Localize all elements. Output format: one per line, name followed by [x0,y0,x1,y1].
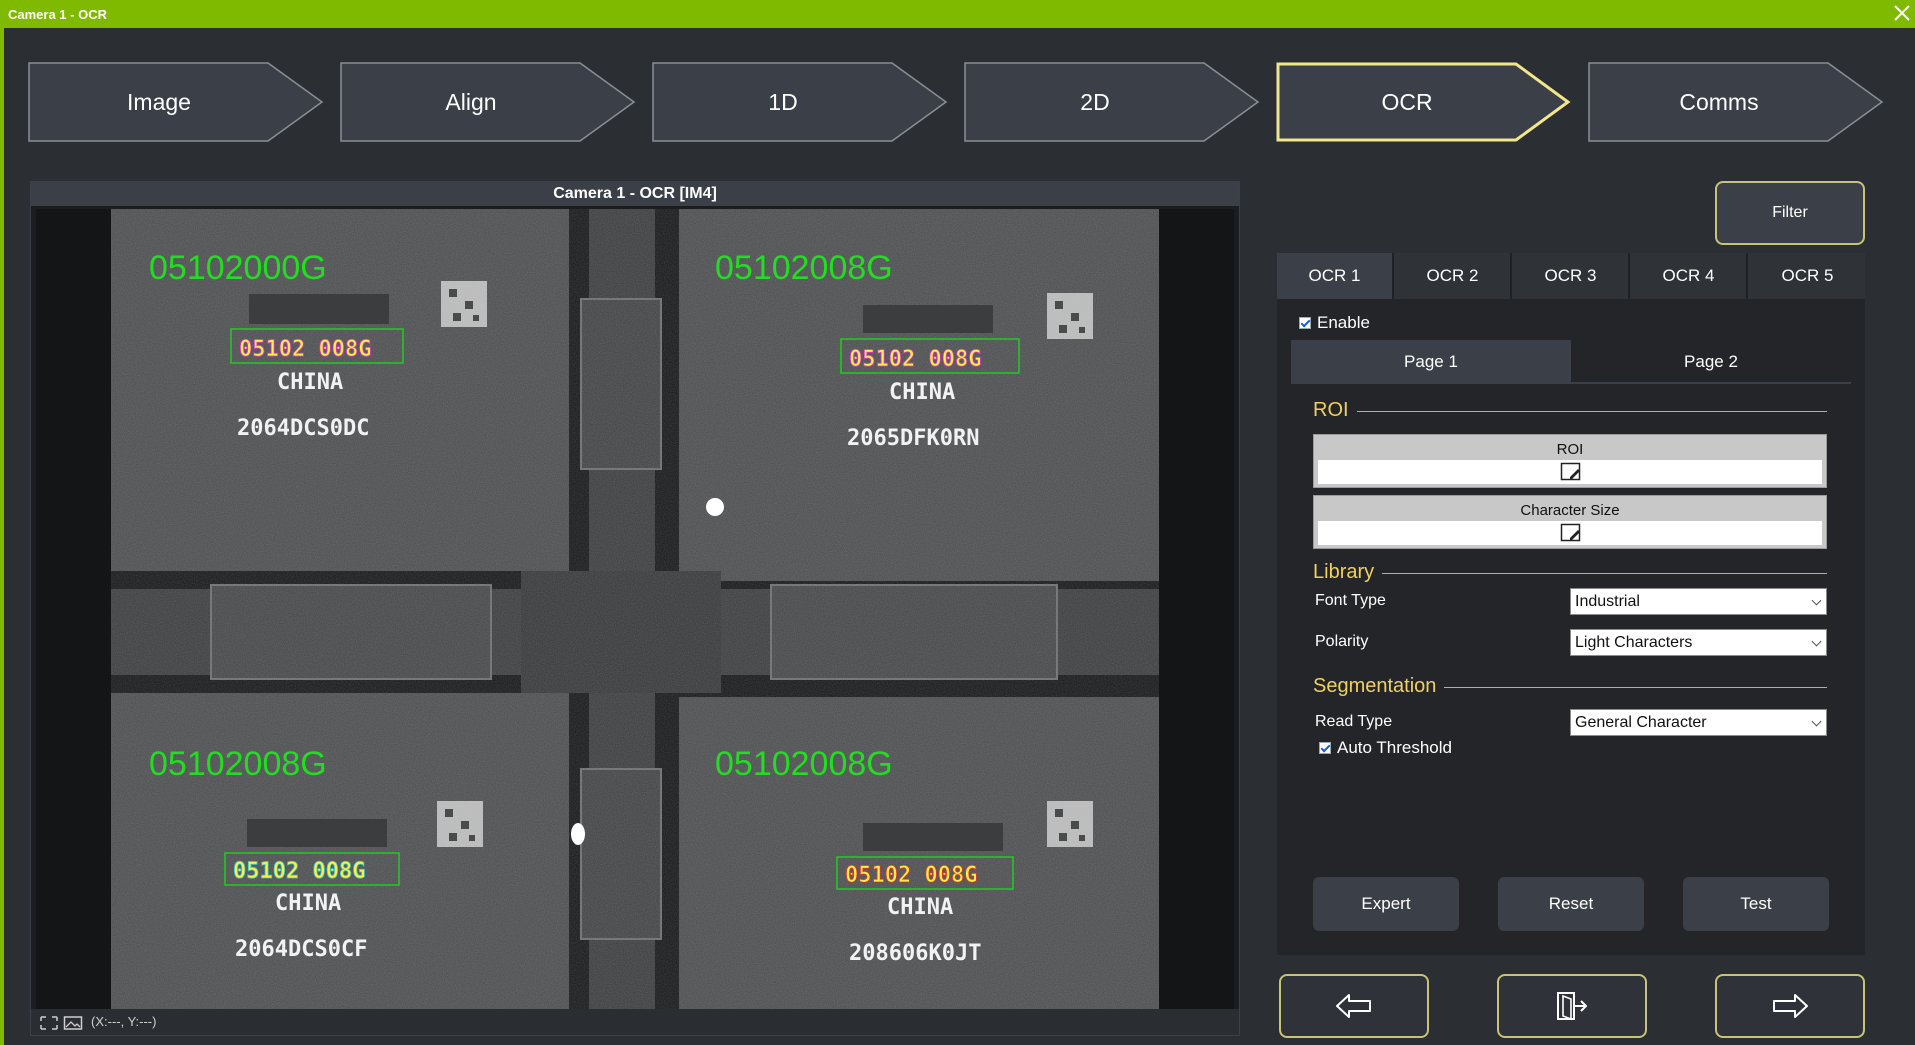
step-label: 1D [768,89,798,115]
step-1d[interactable]: 1D [652,62,948,142]
tab-ocr-4[interactable]: OCR 4 [1631,253,1748,299]
image-icon[interactable] [63,1015,83,1031]
filter-button[interactable]: Filter [1715,181,1865,245]
fit-view-icon[interactable] [39,1015,59,1031]
read-type-select[interactable]: General Character [1570,709,1827,736]
step-label: Align [445,89,497,115]
step-label: 2D [1080,89,1110,115]
read-type-value: General Character [1575,714,1707,731]
exit-button[interactable] [1497,974,1647,1038]
chip-lot: 2065DFK0RN [847,426,979,451]
step-comms[interactable]: Comms [1588,62,1884,142]
roi-editor[interactable]: ROI [1313,434,1827,488]
tab-ocr-3[interactable]: OCR 3 [1513,253,1630,299]
expert-button[interactable]: Expert [1313,877,1459,931]
library-section-title: Library [1313,561,1383,584]
chip-country: CHINA [277,370,343,395]
next-button[interactable] [1715,974,1865,1038]
enable-checkbox[interactable] [1299,317,1311,329]
exit-door-icon [1557,992,1587,1021]
read-type-label: Read Type [1315,713,1393,730]
chip-id-text: 05102000G [149,249,327,287]
tab-page-1[interactable]: Page 1 [1291,340,1571,384]
chip-country: CHINA [889,380,955,405]
ocr-settings-panel: OCR 1 OCR 2 OCR 3 OCR 4 OCR 5 Enable Pag… [1277,253,1865,955]
tab-ocr-1[interactable]: OCR 1 [1277,253,1394,299]
enable-row: Enable [1299,313,1370,333]
step-label: OCR [1381,89,1433,115]
chip-country: CHINA [887,895,953,920]
back-button[interactable] [1279,974,1429,1038]
polarity-label: Polarity [1315,633,1369,650]
chip-id-text: 05102008G [715,745,893,783]
enable-label: Enable [1317,313,1370,332]
auto-threshold-row: Auto Threshold [1319,738,1452,758]
title-bar: Camera 1 - OCR [0,0,1915,28]
camera-view[interactable]: 05102000G 05102 008G CHINA 2064DCS0DC 05… [36,209,1234,1009]
chip-id-text: 05102008G [149,745,327,783]
camera-header: Camera 1 - OCR [IM4] [31,182,1239,206]
wizard-steps: Image Align 1D 2D OCR Comms [28,62,1888,142]
edit-character-size-icon[interactable] [1560,523,1582,543]
character-size-label: Character Size [1520,502,1620,519]
arrow-right-icon [1773,994,1808,1018]
chip-lot: 208606K0JT [849,941,981,966]
segmentation-section-header: Segmentation [1313,675,1827,699]
step-label: Comms [1679,89,1759,115]
camera-image[interactable]: 05102000G 05102 008G CHINA 2064DCS0DC 05… [111,209,1159,1009]
window-frame [0,28,4,1045]
test-button[interactable]: Test [1683,877,1829,931]
chip-marking: 05102 008G [233,859,365,884]
reset-button[interactable]: Reset [1498,877,1644,931]
roi-section-title: ROI [1313,399,1357,422]
step-align[interactable]: Align [340,62,636,142]
polarity-value: Light Characters [1575,634,1693,651]
library-section-header: Library [1313,561,1827,585]
chip-lot: 2064DCS0DC [237,416,369,441]
chevron-down-icon [1811,716,1822,727]
auto-threshold-checkbox[interactable] [1319,742,1331,754]
font-type-value: Industrial [1575,593,1640,610]
tab-ocr-5[interactable]: OCR 5 [1749,253,1866,299]
chip-country: CHINA [275,891,341,916]
step-label: Image [127,89,191,115]
segmentation-section-title: Segmentation [1313,675,1445,698]
chip-marking: 05102 008G [845,863,977,888]
chip-marking: 05102 008G [849,347,981,372]
window-title: Camera 1 - OCR [8,7,107,22]
chip-marking: 05102 008G [239,337,371,362]
tab-page-2[interactable]: Page 2 [1571,340,1851,384]
font-type-label: Font Type [1315,592,1386,609]
chip-lot: 2064DCS0CF [235,937,367,962]
ocr-tabs: OCR 1 OCR 2 OCR 3 OCR 4 OCR 5 [1277,253,1865,299]
character-size-editor[interactable]: Character Size [1313,495,1827,549]
step-image[interactable]: Image [28,62,324,142]
close-icon[interactable] [1891,2,1913,24]
polarity-select[interactable]: Light Characters [1570,629,1827,656]
roi-label: ROI [1556,441,1584,458]
arrow-left-icon [1336,994,1371,1018]
page-tabs: Page 1 Page 2 [1291,340,1851,384]
auto-threshold-label: Auto Threshold [1337,738,1452,757]
edit-roi-icon[interactable] [1560,462,1582,482]
chip-id-text: 05102008G [715,249,893,287]
chevron-down-icon [1811,595,1822,606]
step-2d[interactable]: 2D [964,62,1260,142]
step-ocr[interactable]: OCR [1276,62,1572,142]
cursor-coordinates: (X:---, Y:---) [91,1014,157,1029]
camera-panel: Camera 1 - OCR [IM4] 05102000G 05102 008… [30,181,1240,1036]
tab-ocr-2[interactable]: OCR 2 [1395,253,1512,299]
roi-section-header: ROI [1313,399,1827,423]
chevron-down-icon [1811,636,1822,647]
font-type-select[interactable]: Industrial [1570,588,1827,615]
camera-status-bar: (X:---, Y:---) [31,1009,1239,1035]
